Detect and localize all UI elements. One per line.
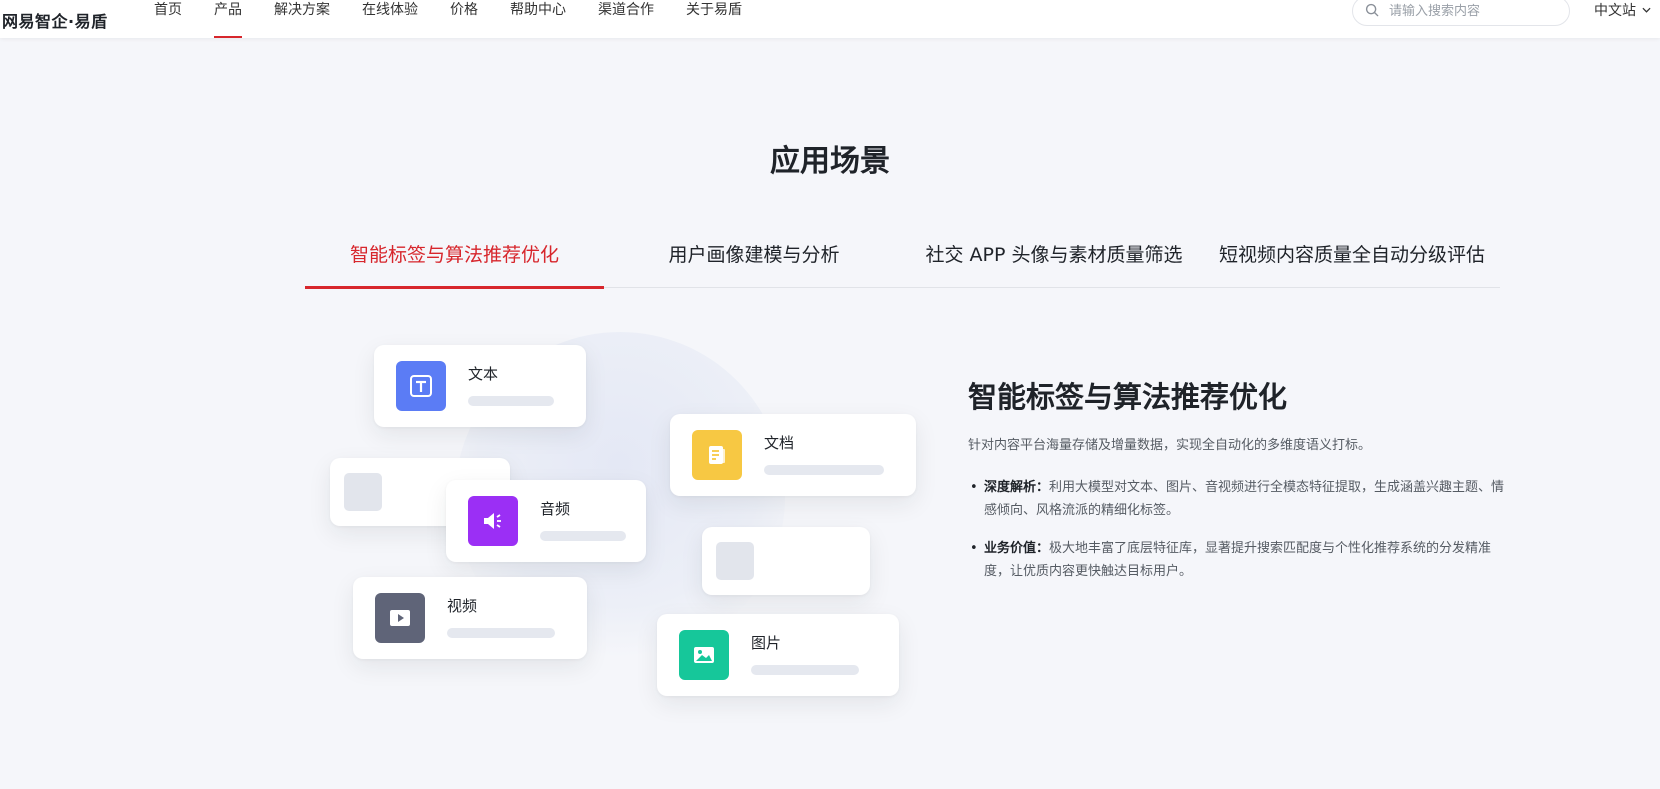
nav-item-about[interactable]: 关于易盾 [686, 0, 742, 38]
audio-icon [468, 496, 518, 546]
nav-item-solutions[interactable]: 解决方案 [274, 0, 330, 38]
section-title: 应用场景 [770, 144, 890, 179]
card-placeholder-bar [540, 531, 626, 541]
bullet-label: 业务价值： [984, 541, 1050, 556]
card-label: 视频 [447, 597, 478, 615]
card-placeholder-bar [764, 465, 884, 475]
top-header: 网易智企·易盾 首页 产品 解决方案 在线体验 价格 帮助中心 渠道合作 关于易… [0, 0, 1660, 38]
nav-item-partners[interactable]: 渠道合作 [598, 0, 654, 38]
bullet-text: 利用大模型对文本、图片、音视频进行全模态特征提取，生成涵盖兴趣主题、情感倾向、风… [984, 480, 1505, 518]
search-input[interactable] [1389, 1, 1559, 21]
search-box[interactable] [1352, 0, 1570, 26]
tab-user-profiling[interactable]: 用户画像建模与分析 [604, 226, 904, 288]
scenario-bullets: 深度解析：利用大模型对文本、图片、音视频进行全模态特征提取，生成涵盖兴趣主题、情… [968, 476, 1508, 598]
card-audio: 音频 [446, 480, 646, 562]
nav-item-products[interactable]: 产品 [214, 0, 242, 38]
scenario-title: 智能标签与算法推荐优化 [968, 380, 1288, 414]
scenario-description: 针对内容平台海量存储及增量数据，实现全自动化的多维度语义打标。 [968, 438, 1372, 453]
nav-item-pricing[interactable]: 价格 [450, 0, 478, 38]
card-image: 图片 [657, 614, 899, 696]
search-icon[interactable] [1365, 3, 1379, 17]
card-placeholder-bar [447, 628, 555, 638]
bullet-text: 极大地丰富了底层特征库，显著提升搜索匹配度与个性化推荐系统的分发精准度，让优质内… [984, 541, 1492, 579]
card-placeholder-bar [751, 665, 859, 675]
nav-item-online-demo[interactable]: 在线体验 [362, 0, 418, 38]
language-switcher[interactable]: 中文站 [1594, 0, 1651, 20]
main-nav: 首页 产品 解决方案 在线体验 价格 帮助中心 渠道合作 关于易盾 [154, 0, 774, 38]
card-text: 文本 [374, 345, 586, 427]
chevron-down-icon [1642, 7, 1651, 13]
bullet-deep-analysis: 深度解析：利用大模型对文本、图片、音视频进行全模态特征提取，生成涵盖兴趣主题、情… [968, 476, 1508, 522]
image-icon [679, 630, 729, 680]
card-document: 文档 [670, 414, 916, 496]
card-label: 音频 [540, 500, 571, 518]
placeholder-square [344, 473, 382, 511]
tab-short-video-grading[interactable]: 短视频内容质量全自动分级评估 [1204, 226, 1500, 288]
tab-social-avatar-screening[interactable]: 社交 APP 头像与素材质量筛选 [904, 226, 1204, 288]
video-icon [375, 593, 425, 643]
card-label: 文档 [764, 434, 795, 452]
text-icon [396, 361, 446, 411]
site-logo[interactable]: 网易智企·易盾 [2, 8, 108, 32]
card-label: 文本 [468, 365, 499, 383]
bullet-label: 深度解析： [984, 480, 1050, 495]
nav-item-help-center[interactable]: 帮助中心 [510, 0, 566, 38]
bullet-business-value: 业务价值：极大地丰富了底层特征库，显著提升搜索匹配度与个性化推荐系统的分发精准度… [968, 537, 1508, 583]
document-icon [692, 430, 742, 480]
nav-item-home[interactable]: 首页 [154, 0, 182, 38]
ghost-card [702, 527, 870, 595]
card-video: 视频 [353, 577, 587, 659]
scenario-tabs: 智能标签与算法推荐优化 用户画像建模与分析 社交 APP 头像与素材质量筛选 短… [305, 226, 1500, 289]
tab-smart-tagging[interactable]: 智能标签与算法推荐优化 [305, 226, 604, 289]
language-label: 中文站 [1594, 3, 1636, 19]
card-placeholder-bar [468, 396, 554, 406]
card-label: 图片 [751, 634, 782, 652]
placeholder-square [716, 542, 754, 580]
